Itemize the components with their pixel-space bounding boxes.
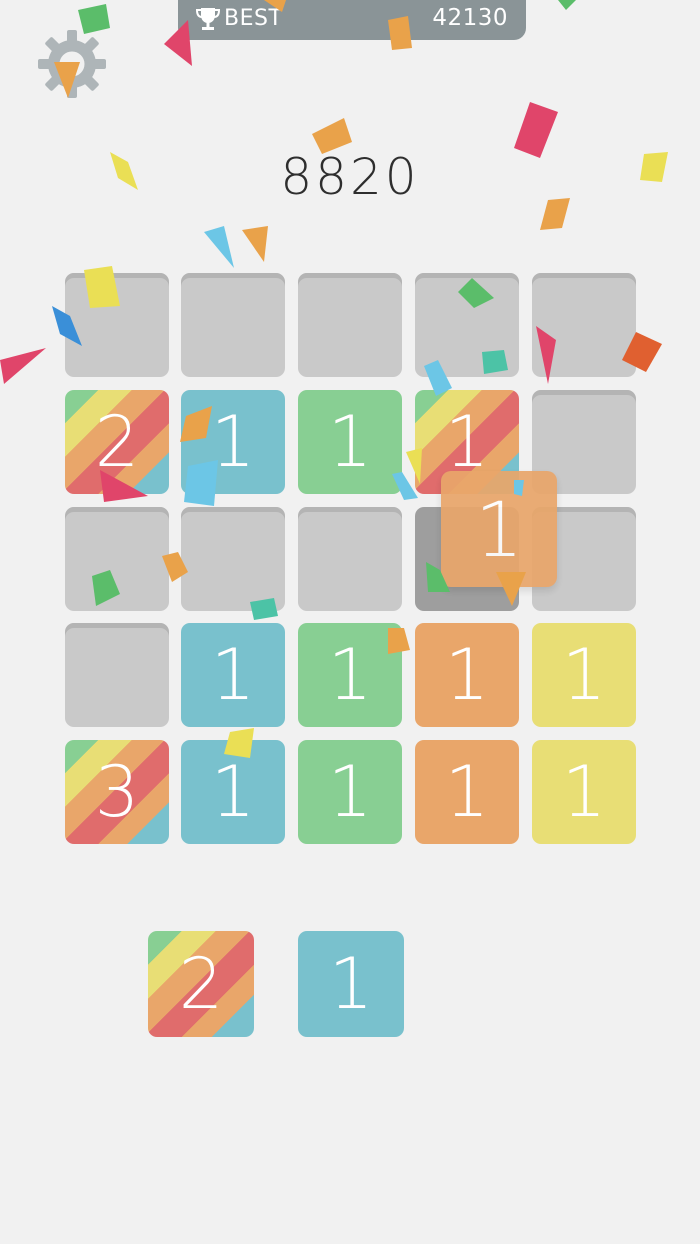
empty-cell[interactable] [65,623,169,727]
empty-cell[interactable] [298,273,402,377]
empty-cell[interactable] [181,507,285,611]
trophy-icon [195,8,221,30]
next-tile[interactable]: 1 [298,931,404,1037]
tile-number: 1 [327,401,373,483]
number-tile[interactable]: 1 [532,740,636,844]
next-tile[interactable]: 2 [148,931,254,1037]
best-score-value: 42130 [432,5,508,31]
tile-number: 1 [327,634,373,716]
tile-number: 1 [328,943,374,1025]
best-score-bar: BEST 42130 [178,0,526,40]
best-label: BEST [224,6,283,31]
tile-number: 1 [210,634,256,716]
tile-number: 1 [474,484,524,574]
tile-number: 1 [561,751,607,833]
empty-cell[interactable] [532,273,636,377]
number-tile[interactable]: 1 [532,623,636,727]
tile-number: 2 [178,943,224,1025]
empty-cell[interactable] [181,273,285,377]
gear-icon[interactable] [36,28,108,100]
empty-cell[interactable] [415,273,519,377]
number-tile[interactable]: 1 [181,740,285,844]
number-tile[interactable]: 2 [65,390,169,494]
number-tile[interactable]: 1 [298,390,402,494]
number-tile[interactable]: 1 [298,740,402,844]
tile-number: 1 [561,634,607,716]
tile-number: 1 [444,751,490,833]
number-tile[interactable]: 1 [181,623,285,727]
tile-number: 1 [444,634,490,716]
number-tile[interactable]: 1 [181,390,285,494]
tile-number: 1 [210,751,256,833]
number-tile[interactable]: 1 [298,623,402,727]
tile-number: 1 [210,401,256,483]
current-score: 8820 [280,148,420,206]
empty-cell[interactable] [65,507,169,611]
tile-number: 2 [94,401,140,483]
tile-number: 1 [327,751,373,833]
empty-cell[interactable] [298,507,402,611]
tile-number: 3 [94,751,140,833]
empty-cell[interactable] [65,273,169,377]
number-tile[interactable]: 1 [415,623,519,727]
dragged-tile[interactable]: 1 [441,471,557,587]
number-tile[interactable]: 3 [65,740,169,844]
number-tile[interactable]: 1 [415,740,519,844]
